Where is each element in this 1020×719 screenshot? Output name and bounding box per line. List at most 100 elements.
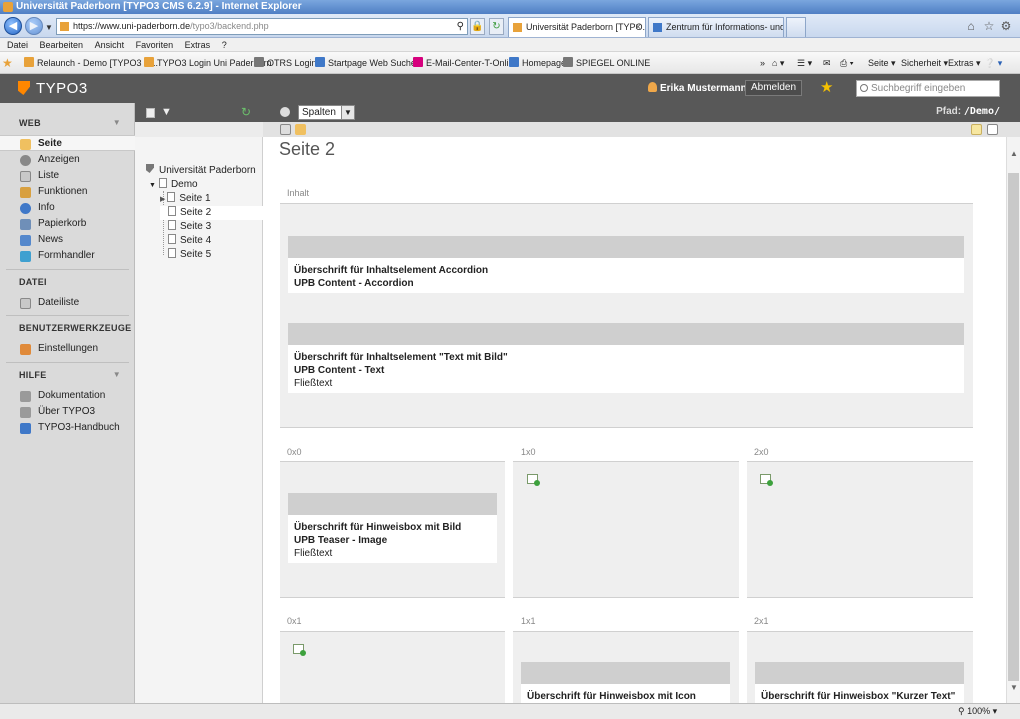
group-hilfe[interactable]: HILFE ▼: [0, 365, 135, 385]
module-dokumentation[interactable]: Dokumentation: [0, 388, 135, 404]
home-icon[interactable]: ⌂ ▾: [772, 52, 784, 74]
menu-bearbeiten[interactable]: Bearbeiten: [40, 40, 84, 50]
close-tab-icon[interactable]: ×: [635, 18, 641, 37]
content-element-header[interactable]: [755, 662, 964, 684]
module-papierkorb[interactable]: Papierkorb: [0, 216, 135, 232]
favorite-link[interactable]: E-Mail-Center-T-Online: [413, 52, 519, 74]
tab-typo3[interactable]: Universität Paderborn [TYPO... ×: [508, 17, 646, 37]
typo3-logo[interactable]: TYPO3: [18, 80, 88, 97]
favorite-link[interactable]: TYPO3 Login Uni Paderborn: [144, 52, 272, 74]
refresh-icon[interactable]: ↻: [489, 18, 504, 35]
favorites-star-icon[interactable]: ★: [2, 52, 13, 74]
new-content-icon[interactable]: [760, 474, 773, 486]
new-content-icon[interactable]: [293, 644, 306, 656]
favorite-link[interactable]: Homepage: [509, 52, 566, 74]
new-tab-button[interactable]: [786, 17, 806, 37]
expand-arrow-icon[interactable]: ▶: [160, 196, 165, 203]
group-datei[interactable]: DATEI: [0, 272, 135, 292]
toggle-icon[interactable]: [280, 107, 290, 117]
scroll-down-icon[interactable]: ▼: [1010, 683, 1018, 692]
logout-button[interactable]: Abmelden: [745, 80, 803, 96]
collapse-arrow-icon[interactable]: ▼: [113, 113, 121, 133]
scroll-up-icon[interactable]: ▲: [1010, 149, 1018, 158]
page-icon: [168, 220, 176, 230]
command-seite[interactable]: Seite ▾: [868, 52, 896, 74]
favorite-link[interactable]: Startpage Web Suchen: [315, 52, 421, 74]
tree-node-demo[interactable]: ▼ Demo: [149, 178, 198, 193]
forward-arrow-icon[interactable]: ▶: [25, 17, 43, 35]
menu-ansicht[interactable]: Ansicht: [95, 40, 125, 50]
home-icon[interactable]: ⌂: [964, 19, 978, 33]
command-sicherheit[interactable]: Sicherheit ▾: [901, 52, 948, 74]
tree-node-seite-3[interactable]: Seite 3: [168, 220, 211, 234]
content-element-header[interactable]: [288, 323, 964, 345]
scrollbar-thumb[interactable]: [1008, 173, 1019, 681]
favorite-link[interactable]: SPIEGEL ONLINE: [563, 52, 650, 74]
group-web[interactable]: WEB ▼: [0, 113, 135, 133]
view-page-icon[interactable]: [280, 124, 291, 135]
content-element-header[interactable]: [288, 493, 497, 515]
window-title: Universität Paderborn [TYPO3 CMS 6.2.9] …: [16, 1, 302, 12]
lock-icon[interactable]: 🔒: [470, 18, 485, 35]
search-input[interactable]: Suchbegriff eingeben: [856, 80, 1000, 97]
mail-icon[interactable]: ✉: [823, 52, 831, 74]
more-icon[interactable]: »: [760, 52, 765, 74]
column-view-select[interactable]: Spalten ▼: [298, 105, 355, 120]
zoom-control[interactable]: ⚲ 100% ▾: [958, 704, 997, 719]
module-anzeigen[interactable]: Anzeigen: [0, 152, 135, 168]
menu-extras[interactable]: Extras: [185, 40, 211, 50]
tree-node-seite-2[interactable]: Seite 2: [160, 206, 263, 220]
module-info[interactable]: Info: [0, 200, 135, 216]
content-element-text-mit-bild[interactable]: Überschrift für Inhaltselement "Text mit…: [288, 323, 964, 393]
gear-icon[interactable]: ⚙: [999, 19, 1013, 33]
module-liste[interactable]: Liste: [0, 168, 135, 184]
history-dropdown-icon[interactable]: ▼: [45, 23, 53, 32]
module-funktionen[interactable]: Funktionen: [0, 184, 135, 200]
user-menu[interactable]: Erika Mustermann: [648, 82, 747, 94]
favorite-link[interactable]: Relaunch - Demo [TYPO3 C...: [24, 52, 158, 74]
content-element-header[interactable]: [288, 236, 964, 258]
module-einstellungen[interactable]: Einstellungen: [0, 341, 135, 357]
module-ueber-typo3[interactable]: Über TYPO3: [0, 404, 135, 420]
new-record-icon[interactable]: [987, 124, 998, 135]
filter-icon[interactable]: ▼: [161, 106, 172, 118]
collapse-arrow-icon[interactable]: ▼: [113, 365, 121, 385]
tree-root[interactable]: Universität Paderborn: [146, 164, 256, 178]
content-element-hinweisbox-icon[interactable]: Überschrift für Hinweisbox mit Icon: [521, 662, 730, 703]
bookmark-star-icon[interactable]: ★: [820, 80, 833, 96]
module-typo3-handbuch[interactable]: TYPO3-Handbuch: [0, 420, 135, 436]
favorites-star-icon[interactable]: ☆: [982, 19, 996, 33]
address-bar[interactable]: https://www.uni-paderborn.de/typo3/backe…: [56, 18, 468, 35]
new-content-icon[interactable]: [527, 474, 540, 486]
expand-arrow-icon[interactable]: ▼: [149, 182, 156, 189]
help-icon[interactable]: ❔ ▾: [984, 52, 1002, 74]
content-element-header[interactable]: [521, 662, 730, 684]
search-icon[interactable]: ⚲: [457, 19, 464, 34]
content-element-hinweisbox-kurzer-text[interactable]: Überschrift für Hinweisbox "Kurzer Text": [755, 662, 964, 703]
command-extras[interactable]: Extras ▾: [948, 52, 981, 74]
module-formhandler[interactable]: Formhandler: [0, 248, 135, 264]
tree-node-seite-5[interactable]: Seite 5: [168, 248, 211, 262]
page-properties-icon[interactable]: [971, 124, 982, 135]
menu-help[interactable]: ?: [222, 40, 227, 50]
new-page-icon[interactable]: [146, 108, 155, 118]
module-seite[interactable]: Seite: [0, 135, 135, 151]
module-news[interactable]: News: [0, 232, 135, 248]
tree-node-seite-4[interactable]: Seite 4: [168, 234, 211, 248]
module-dateiliste[interactable]: Dateiliste: [0, 295, 135, 311]
vertical-scrollbar[interactable]: ▲ ▼: [1006, 137, 1020, 703]
tab-zim[interactable]: Zentrum für Informations- und ...: [648, 17, 784, 37]
content-element-hinweisbox-bild[interactable]: Überschrift für Hinweisbox mit Bild UPB T…: [288, 493, 497, 563]
tree-node-seite-1[interactable]: ▶ Seite 1: [160, 192, 263, 207]
menu-datei[interactable]: Datei: [7, 40, 28, 50]
group-benutzerwerkzeuge[interactable]: BENUTZERWERKZEUGE: [0, 318, 135, 338]
content-element-accordion[interactable]: Überschrift für Inhaltselement Accordion…: [288, 236, 964, 293]
form-icon: [20, 251, 31, 262]
rss-icon[interactable]: ☰ ▾: [797, 52, 812, 74]
print-icon[interactable]: ⎙ ▾: [840, 52, 853, 74]
refresh-tree-icon[interactable]: ↻: [241, 105, 251, 119]
back-arrow-icon[interactable]: ◀: [4, 17, 22, 35]
edit-page-icon[interactable]: [295, 124, 306, 135]
favorite-link[interactable]: OTRS Login: [254, 52, 317, 74]
menu-favoriten[interactable]: Favoriten: [136, 40, 174, 50]
